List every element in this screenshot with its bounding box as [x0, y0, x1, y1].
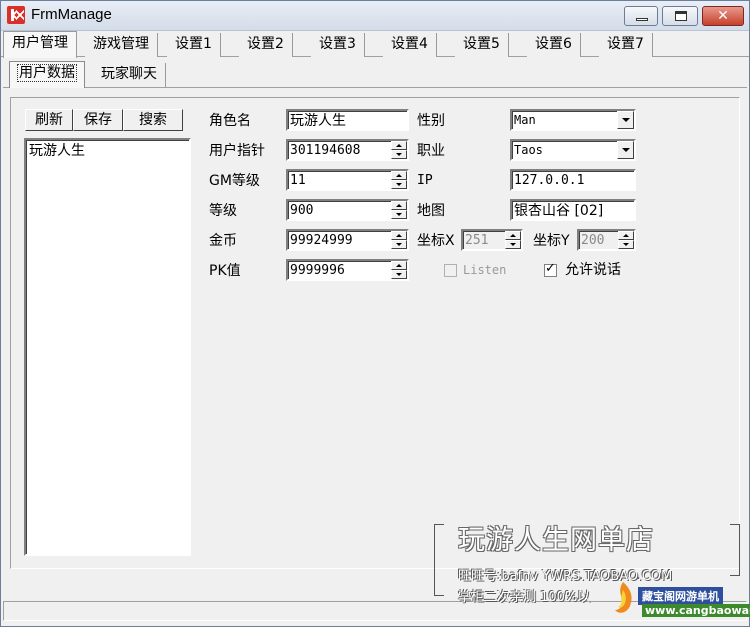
watermark-site-name: 藏宝阁网游单机 — [638, 587, 723, 605]
player-list[interactable]: 玩游人生 — [24, 138, 191, 556]
tab-settings-1[interactable]: 设置1 — [167, 33, 221, 57]
tab-settings-7[interactable]: 设置7 — [599, 33, 653, 57]
user-pointer-label: 用户指针 — [209, 143, 265, 159]
pk-value-spinbox[interactable]: 9999996 — [286, 259, 409, 281]
spin-down-icon[interactable] — [391, 240, 407, 249]
save-button[interactable]: 保存 — [73, 109, 123, 131]
gender-select[interactable]: Man — [510, 109, 636, 131]
allow-talk-label: 允许说话 — [565, 262, 621, 278]
gender-label: 性别 — [417, 113, 445, 129]
gold-value: 99924999 — [290, 233, 353, 248]
tab-settings-2[interactable]: 设置2 — [239, 33, 293, 57]
coord-x-label: 坐标X — [417, 233, 455, 249]
chevron-down-icon[interactable] — [617, 111, 634, 129]
list-item[interactable]: 玩游人生 — [29, 141, 85, 161]
minimize-icon — [636, 18, 648, 21]
job-value: Taos — [514, 143, 543, 157]
maximize-button[interactable] — [662, 6, 698, 26]
ip-label: IP — [417, 173, 433, 188]
pk-value-value: 9999996 — [290, 263, 345, 278]
listen-label: Listen — [463, 263, 507, 277]
gm-level-spinbox[interactable]: 11 — [286, 169, 409, 191]
watermark-bracket-left — [434, 524, 444, 596]
tab-user-data-label: 用户数据 — [17, 64, 77, 82]
gm-level-label: GM等级 — [209, 173, 260, 189]
sub-tab-strip: 用户数据 玩家聊天 — [3, 60, 747, 88]
spin-up-icon[interactable] — [391, 231, 407, 240]
tab-player-chat[interactable]: 玩家聊天 — [93, 63, 166, 87]
watermark-site-url: www.cangbaowan.net — [642, 604, 750, 617]
coord-x-spinbox[interactable]: 251 — [461, 229, 523, 251]
refresh-button[interactable]: 刷新 — [25, 109, 73, 131]
spin-down-icon[interactable] — [505, 240, 521, 249]
spin-down-icon[interactable] — [391, 150, 407, 159]
job-label: 职业 — [417, 143, 445, 159]
ip-field[interactable]: 127.0.0.1 — [510, 169, 636, 191]
map-field[interactable]: 银杏山谷 [02] — [510, 199, 636, 221]
spin-down-icon[interactable] — [391, 180, 407, 189]
main-tab-strip: 用户管理 游戏管理 设置1 设置2 设置3 设置4 设置5 设置6 设置7 — [1, 31, 749, 58]
job-select[interactable]: Taos — [510, 139, 636, 161]
spin-up-icon[interactable] — [618, 231, 634, 240]
spin-up-icon[interactable] — [391, 141, 407, 150]
spin-down-icon[interactable] — [391, 270, 407, 279]
tab-settings-4[interactable]: 设置4 — [383, 33, 437, 57]
spin-up-icon[interactable] — [505, 231, 521, 240]
role-name-field[interactable]: 玩游人生 — [286, 109, 409, 131]
tab-user-management[interactable]: 用户管理 — [3, 31, 77, 58]
gold-label: 金币 — [209, 233, 237, 249]
coord-y-spinbox[interactable]: 200 — [577, 229, 636, 251]
ip-value: 127.0.0.1 — [514, 173, 585, 188]
chevron-down-icon[interactable] — [617, 141, 634, 159]
coord-y-label: 坐标Y — [533, 233, 570, 249]
spin-up-icon[interactable] — [391, 201, 407, 210]
tab-settings-3[interactable]: 设置3 — [311, 33, 365, 57]
user-pointer-spinbox[interactable]: 301194608 — [286, 139, 409, 161]
role-name-value: 玩游人生 — [290, 113, 346, 129]
spin-up-icon[interactable] — [391, 171, 407, 180]
gm-level-value: 11 — [290, 173, 306, 188]
listen-checkbox[interactable] — [444, 264, 457, 277]
maximize-icon — [675, 11, 687, 21]
window-title: FrmManage — [31, 6, 112, 23]
app-icon — [7, 6, 25, 24]
close-button[interactable]: ✕ — [702, 6, 744, 26]
pk-value-label: PK值 — [209, 263, 241, 279]
watermark-title: 玩游人生网单店 — [458, 525, 654, 556]
gender-value: Man — [514, 113, 536, 127]
spin-down-icon[interactable] — [618, 240, 634, 249]
minimize-button[interactable] — [624, 6, 658, 26]
close-icon: ✕ — [717, 8, 729, 24]
role-name-label: 角色名 — [209, 113, 251, 129]
search-button[interactable]: 搜索 — [123, 109, 183, 131]
spin-up-icon[interactable] — [391, 261, 407, 270]
map-label: 地图 — [417, 203, 445, 219]
coord-y-value: 200 — [581, 233, 605, 248]
watermark-bracket-right — [730, 524, 740, 576]
level-value: 900 — [290, 203, 314, 218]
tab-user-data[interactable]: 用户数据 — [9, 61, 85, 88]
watermark-tested-line: 掌柜二次亲测 100%以 — [458, 590, 591, 605]
watermark-shop-line: 旺旺号:bafnv YWRS.TAOBAO.COM — [458, 569, 673, 584]
spin-down-icon[interactable] — [391, 210, 407, 219]
level-spinbox[interactable]: 900 — [286, 199, 409, 221]
gold-spinbox[interactable]: 99924999 — [286, 229, 409, 251]
user-pointer-value: 301194608 — [290, 143, 361, 158]
site-logo-icon — [615, 582, 632, 613]
coord-x-value: 251 — [465, 233, 489, 248]
tab-settings-5[interactable]: 设置5 — [455, 33, 509, 57]
tab-game-management[interactable]: 游戏管理 — [85, 33, 158, 57]
level-label: 等级 — [209, 203, 237, 219]
title-bar[interactable]: FrmManage ✕ — [1, 1, 749, 31]
allow-talk-checkbox[interactable] — [544, 261, 557, 277]
map-value: 银杏山谷 [02] — [514, 203, 604, 219]
tab-settings-6[interactable]: 设置6 — [527, 33, 581, 57]
